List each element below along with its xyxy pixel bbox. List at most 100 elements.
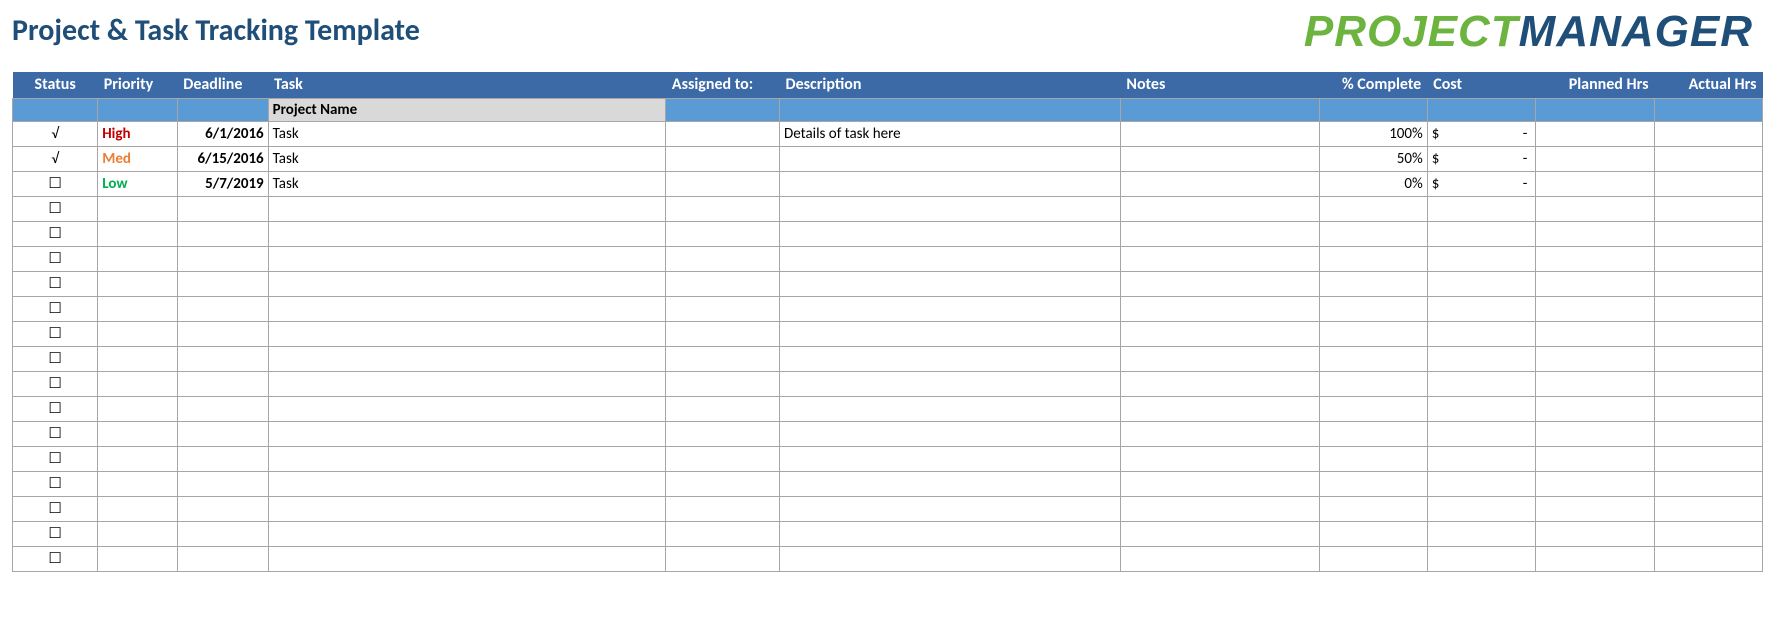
col-header-notes[interactable]: Notes bbox=[1120, 72, 1319, 98]
assigned-cell[interactable] bbox=[666, 296, 780, 321]
cost-cell[interactable]: $- bbox=[1427, 121, 1535, 146]
task-cell[interactable] bbox=[268, 496, 666, 521]
deadline-cell[interactable] bbox=[177, 421, 268, 446]
description-cell[interactable] bbox=[780, 496, 1121, 521]
subheader-cell[interactable] bbox=[780, 98, 1121, 121]
notes-cell[interactable] bbox=[1120, 496, 1319, 521]
deadline-cell[interactable] bbox=[177, 446, 268, 471]
pct-complete-cell[interactable] bbox=[1319, 246, 1427, 271]
priority-cell[interactable]: High bbox=[98, 121, 178, 146]
priority-cell[interactable]: Low bbox=[98, 171, 178, 196]
pct-complete-cell[interactable] bbox=[1319, 421, 1427, 446]
notes-cell[interactable] bbox=[1120, 321, 1319, 346]
description-cell[interactable] bbox=[780, 321, 1121, 346]
col-header-status[interactable]: Status bbox=[13, 72, 98, 98]
subheader-cell[interactable] bbox=[666, 98, 780, 121]
priority-cell[interactable] bbox=[98, 521, 178, 546]
planned-hrs-cell[interactable] bbox=[1535, 171, 1654, 196]
status-cell[interactable]: ☐ bbox=[13, 171, 98, 196]
notes-cell[interactable] bbox=[1120, 246, 1319, 271]
actual-hrs-cell[interactable] bbox=[1654, 146, 1762, 171]
subheader-cell[interactable] bbox=[13, 98, 98, 121]
pct-complete-cell[interactable] bbox=[1319, 546, 1427, 571]
assigned-cell[interactable] bbox=[666, 421, 780, 446]
subheader-cell[interactable] bbox=[1654, 98, 1762, 121]
status-cell[interactable]: ☐ bbox=[13, 521, 98, 546]
col-header-assigned[interactable]: Assigned to: bbox=[666, 72, 780, 98]
pct-complete-cell[interactable]: 100% bbox=[1319, 121, 1427, 146]
col-header-desc[interactable]: Description bbox=[780, 72, 1121, 98]
notes-cell[interactable] bbox=[1120, 221, 1319, 246]
pct-complete-cell[interactable] bbox=[1319, 221, 1427, 246]
notes-cell[interactable] bbox=[1120, 271, 1319, 296]
deadline-cell[interactable]: 5/7/2019 bbox=[177, 171, 268, 196]
cost-cell[interactable] bbox=[1427, 521, 1535, 546]
priority-cell[interactable] bbox=[98, 471, 178, 496]
priority-cell[interactable] bbox=[98, 346, 178, 371]
description-cell[interactable]: Details of task here bbox=[780, 121, 1121, 146]
pct-complete-cell[interactable] bbox=[1319, 446, 1427, 471]
pct-complete-cell[interactable] bbox=[1319, 471, 1427, 496]
actual-hrs-cell[interactable] bbox=[1654, 396, 1762, 421]
cost-cell[interactable] bbox=[1427, 496, 1535, 521]
actual-hrs-cell[interactable] bbox=[1654, 496, 1762, 521]
task-cell[interactable] bbox=[268, 371, 666, 396]
actual-hrs-cell[interactable] bbox=[1654, 446, 1762, 471]
col-header-planned[interactable]: Planned Hrs bbox=[1535, 72, 1654, 98]
deadline-cell[interactable] bbox=[177, 196, 268, 221]
cost-cell[interactable] bbox=[1427, 396, 1535, 421]
description-cell[interactable] bbox=[780, 146, 1121, 171]
task-cell[interactable] bbox=[268, 421, 666, 446]
col-header-deadline[interactable]: Deadline bbox=[177, 72, 268, 98]
description-cell[interactable] bbox=[780, 196, 1121, 221]
task-cell[interactable] bbox=[268, 396, 666, 421]
cost-cell[interactable] bbox=[1427, 371, 1535, 396]
notes-cell[interactable] bbox=[1120, 371, 1319, 396]
status-cell[interactable]: ☐ bbox=[13, 396, 98, 421]
assigned-cell[interactable] bbox=[666, 346, 780, 371]
deadline-cell[interactable] bbox=[177, 471, 268, 496]
priority-cell[interactable] bbox=[98, 321, 178, 346]
priority-cell[interactable] bbox=[98, 446, 178, 471]
description-cell[interactable] bbox=[780, 171, 1121, 196]
task-cell[interactable] bbox=[268, 471, 666, 496]
priority-cell[interactable] bbox=[98, 221, 178, 246]
actual-hrs-cell[interactable] bbox=[1654, 246, 1762, 271]
actual-hrs-cell[interactable] bbox=[1654, 471, 1762, 496]
col-header-task[interactable]: Task bbox=[268, 72, 666, 98]
cost-cell[interactable]: $- bbox=[1427, 146, 1535, 171]
assigned-cell[interactable] bbox=[666, 321, 780, 346]
actual-hrs-cell[interactable] bbox=[1654, 171, 1762, 196]
notes-cell[interactable] bbox=[1120, 346, 1319, 371]
cost-cell[interactable] bbox=[1427, 446, 1535, 471]
planned-hrs-cell[interactable] bbox=[1535, 496, 1654, 521]
task-cell[interactable] bbox=[268, 346, 666, 371]
assigned-cell[interactable] bbox=[666, 196, 780, 221]
notes-cell[interactable] bbox=[1120, 421, 1319, 446]
assigned-cell[interactable] bbox=[666, 246, 780, 271]
actual-hrs-cell[interactable] bbox=[1654, 271, 1762, 296]
description-cell[interactable] bbox=[780, 471, 1121, 496]
pct-complete-cell[interactable] bbox=[1319, 346, 1427, 371]
assigned-cell[interactable] bbox=[666, 146, 780, 171]
status-cell[interactable]: ☐ bbox=[13, 371, 98, 396]
task-cell[interactable] bbox=[268, 196, 666, 221]
cost-cell[interactable] bbox=[1427, 346, 1535, 371]
actual-hrs-cell[interactable] bbox=[1654, 346, 1762, 371]
cost-cell[interactable] bbox=[1427, 321, 1535, 346]
cost-cell[interactable]: $- bbox=[1427, 171, 1535, 196]
deadline-cell[interactable] bbox=[177, 346, 268, 371]
planned-hrs-cell[interactable] bbox=[1535, 271, 1654, 296]
actual-hrs-cell[interactable] bbox=[1654, 371, 1762, 396]
pct-complete-cell[interactable] bbox=[1319, 271, 1427, 296]
subheader-cell[interactable] bbox=[1427, 98, 1535, 121]
cost-cell[interactable] bbox=[1427, 546, 1535, 571]
notes-cell[interactable] bbox=[1120, 296, 1319, 321]
pct-complete-cell[interactable]: 50% bbox=[1319, 146, 1427, 171]
description-cell[interactable] bbox=[780, 446, 1121, 471]
pct-complete-cell[interactable] bbox=[1319, 521, 1427, 546]
task-cell[interactable] bbox=[268, 546, 666, 571]
task-cell[interactable] bbox=[268, 521, 666, 546]
description-cell[interactable] bbox=[780, 371, 1121, 396]
deadline-cell[interactable] bbox=[177, 321, 268, 346]
